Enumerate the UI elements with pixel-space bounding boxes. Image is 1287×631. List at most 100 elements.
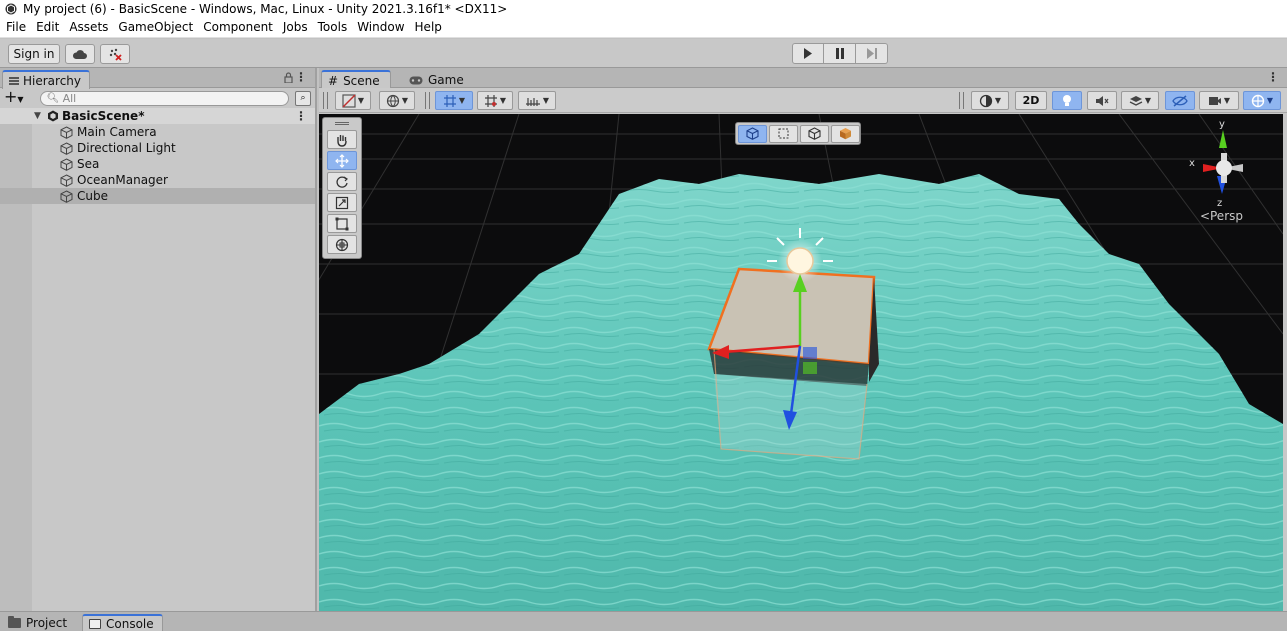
pause-button[interactable]: [824, 43, 856, 64]
tab-game[interactable]: Game: [401, 71, 472, 89]
toolbar-grip: [959, 92, 964, 109]
menu-window[interactable]: Window: [352, 20, 409, 34]
menu-file[interactable]: File: [1, 20, 31, 34]
view-3d-button[interactable]: [738, 124, 767, 143]
view-rect-button[interactable]: [769, 124, 798, 143]
panel-menu-icon[interactable]: ⋮: [1267, 70, 1279, 84]
collab-icon: [109, 48, 122, 61]
hierarchy-toolbar: +▼ 🔍︎ All ⌕: [0, 88, 315, 108]
hierarchy-item-oceanmanager[interactable]: OceanManager: [0, 172, 315, 188]
search-placeholder: All: [62, 91, 77, 105]
expand-arrow-icon[interactable]: ▼: [34, 111, 41, 121]
rotate-icon: [336, 176, 348, 188]
scene-viewport[interactable]: y x z <Persp: [319, 114, 1283, 611]
transform-tool-button[interactable]: [327, 235, 357, 254]
scene-grid-icon: #: [328, 73, 339, 88]
tab-scene[interactable]: # Scene: [321, 70, 391, 89]
render-settings-dropdown[interactable]: ▼: [379, 91, 415, 110]
ruler-snap-dropdown[interactable]: ▼: [518, 91, 556, 110]
hierarchy-search-input[interactable]: 🔍︎ All: [39, 90, 289, 106]
shading-sphere-icon: [979, 94, 993, 107]
projection-mode-text: Persp: [1210, 209, 1243, 223]
gizmos-dropdown[interactable]: ▼: [1243, 91, 1281, 110]
grid-snap-toggle[interactable]: ▼: [435, 91, 473, 110]
camera-settings-dropdown[interactable]: ▼: [1199, 91, 1239, 110]
gameobject-icon: [60, 173, 73, 187]
scale-tool-button[interactable]: [327, 193, 357, 212]
transform-icon: [335, 238, 349, 251]
draw-mode-dropdown[interactable]: ▼: [335, 91, 371, 110]
hierarchy-item-main-camera[interactable]: Main Camera: [0, 124, 315, 140]
pause-icon: [835, 48, 844, 59]
tab-console[interactable]: Console: [82, 614, 163, 631]
hierarchy-item-label: Directional Light: [77, 141, 176, 155]
view-options-overlay: [735, 122, 861, 145]
gameobject-icon: [60, 141, 73, 155]
move-arrows-icon: [335, 153, 349, 168]
audio-mute-icon: [1096, 95, 1109, 106]
camera-icon: [1208, 96, 1221, 105]
toggle-2d-button[interactable]: 2D: [1015, 91, 1047, 110]
cloud-button[interactable]: [65, 44, 95, 64]
sign-in-button[interactable]: Sign in: [8, 44, 60, 64]
view-shaded-button[interactable]: [800, 124, 829, 143]
audio-toggle[interactable]: [1087, 91, 1117, 110]
search-by-type-button[interactable]: ⌕: [295, 90, 311, 106]
add-object-button[interactable]: +▼: [4, 88, 24, 107]
lighting-toggle[interactable]: [1052, 91, 1082, 110]
globe-icon: [386, 94, 400, 107]
scene-visibility-dropdown[interactable]: ▼: [971, 91, 1009, 110]
scene-render: [319, 114, 1283, 611]
menu-help[interactable]: Help: [410, 20, 447, 34]
hierarchy-tab-label: Hierarchy: [23, 73, 82, 88]
panel-menu-icon[interactable]: ⋮: [295, 70, 307, 84]
scene-menu-icon[interactable]: ⋮: [295, 109, 307, 123]
hierarchy-item-sea[interactable]: Sea: [0, 156, 315, 172]
effects-dropdown[interactable]: ▼: [1121, 91, 1159, 110]
menu-tools[interactable]: Tools: [313, 20, 353, 34]
tab-hierarchy[interactable]: Hierarchy: [2, 70, 91, 89]
scene-tabbar: # Scene Game ⋮: [319, 68, 1287, 89]
hierarchy-item-label: Cube: [77, 189, 108, 203]
rotate-tool-button[interactable]: [327, 172, 357, 191]
toggle-2d-label: 2D: [1022, 94, 1040, 107]
menu-assets[interactable]: Assets: [64, 20, 113, 34]
view-textured-button[interactable]: [831, 124, 860, 143]
game-tab-label: Game: [428, 73, 464, 87]
viewport-edge: [1283, 114, 1287, 611]
increment-snap-dropdown[interactable]: ▼: [477, 91, 513, 110]
selected-cube: [707, 267, 879, 460]
snap-increment-icon: [484, 94, 497, 107]
hand-icon: [337, 134, 347, 147]
lock-icon[interactable]: [284, 72, 293, 83]
gamepad-icon: [409, 76, 423, 84]
step-button[interactable]: [856, 43, 888, 64]
menu-edit[interactable]: Edit: [31, 20, 64, 34]
hand-tool-button[interactable]: [327, 130, 357, 149]
scene-name: BasicScene*: [62, 109, 145, 123]
x-axis-label: x: [1189, 158, 1195, 169]
menu-jobs[interactable]: Jobs: [278, 20, 313, 34]
tab-project[interactable]: Project: [2, 614, 75, 631]
scene-header-row[interactable]: ▼ BasicScene* ⋮: [0, 108, 315, 124]
move-tool-button[interactable]: [327, 151, 357, 170]
project-tab-label: Project: [26, 616, 68, 630]
scene-view-toolbar: ▼ ▼ ▼ ▼ ▼ ▼ 2D ▼ ▼ ▼: [319, 88, 1287, 113]
hidden-objects-toggle[interactable]: [1165, 91, 1195, 110]
menu-gameobject[interactable]: GameObject: [113, 20, 198, 34]
projection-mode-label[interactable]: <Persp: [1200, 209, 1243, 223]
rect-transform-icon: [335, 217, 349, 230]
gameobject-icon: [60, 157, 73, 171]
hierarchy-item-label: Sea: [77, 157, 100, 171]
rect-tool-button[interactable]: [327, 214, 357, 233]
console-icon: [89, 619, 101, 629]
menu-bar: File Edit Assets GameObject Component Jo…: [0, 17, 1287, 38]
collab-button[interactable]: [100, 44, 130, 64]
hierarchy-list-icon: [9, 76, 19, 85]
hierarchy-item-cube[interactable]: Cube: [0, 188, 315, 204]
play-button[interactable]: [792, 43, 824, 64]
hierarchy-item-directional-light[interactable]: Directional Light: [0, 140, 315, 156]
overlay-handle[interactable]: [323, 118, 361, 128]
window-title: My project (6) - BasicScene - Windows, M…: [23, 1, 508, 16]
menu-component[interactable]: Component: [198, 20, 278, 34]
